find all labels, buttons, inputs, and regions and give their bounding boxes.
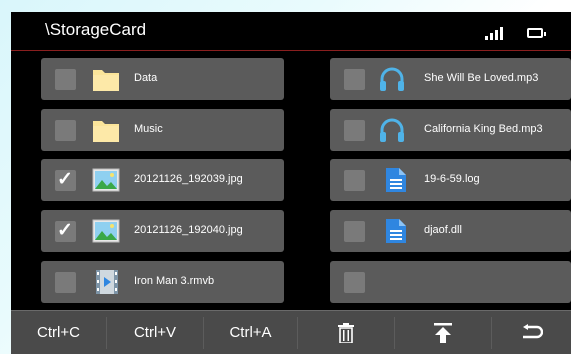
folder-icon	[93, 70, 119, 91]
title-bar: \StorageCard	[11, 12, 571, 51]
back-button[interactable]	[492, 311, 571, 354]
delete-button[interactable]	[298, 311, 394, 354]
file-name: Iron Man 3.rmvb	[134, 275, 215, 287]
file-manager-window: \StorageCard Data Music 20121126_192039.…	[11, 12, 571, 354]
bottom-toolbar: Ctrl+C Ctrl+V Ctrl+A	[11, 310, 571, 354]
file-item-log[interactable]: 19-6-59.log	[330, 159, 571, 201]
file-name: She Will Be Loved.mp3	[424, 72, 539, 84]
headphones-icon	[380, 67, 404, 91]
document-icon	[386, 168, 406, 192]
file-item-image-2[interactable]: 20121126_192040.jpg	[41, 210, 284, 252]
video-file-icon	[96, 270, 118, 294]
signal-bars-icon	[485, 26, 511, 40]
document-icon	[386, 219, 406, 243]
file-item-music[interactable]: Music	[41, 109, 284, 151]
current-path: \StorageCard	[45, 20, 147, 39]
file-item-video[interactable]: Iron Man 3.rmvb	[41, 261, 284, 303]
file-name: Music	[134, 123, 163, 135]
select-all-button[interactable]: Ctrl+A	[204, 311, 297, 354]
file-item-empty[interactable]	[330, 261, 571, 303]
scroll-to-top-button[interactable]	[395, 311, 491, 354]
battery-icon	[527, 28, 546, 38]
checkbox[interactable]	[344, 170, 365, 191]
copy-button[interactable]: Ctrl+C	[11, 311, 106, 354]
file-item-audio-2[interactable]: California King Bed.mp3	[330, 109, 571, 151]
checkbox[interactable]	[55, 120, 76, 141]
trash-icon	[338, 323, 354, 344]
checkbox[interactable]	[55, 272, 76, 293]
file-name: 19-6-59.log	[424, 173, 480, 185]
checkbox[interactable]	[344, 120, 365, 141]
file-item-image-1[interactable]: 20121126_192039.jpg	[41, 159, 284, 201]
image-file-icon	[92, 219, 120, 243]
back-arrow-icon	[522, 324, 543, 339]
checkbox[interactable]	[55, 69, 76, 90]
file-item-audio-1[interactable]: She Will Be Loved.mp3	[330, 58, 571, 100]
file-item-data[interactable]: Data	[41, 58, 284, 100]
scroll-to-top-icon	[434, 323, 452, 344]
file-name: 20121126_192040.jpg	[134, 224, 243, 236]
checkbox[interactable]	[344, 272, 365, 293]
file-name: California King Bed.mp3	[424, 123, 543, 135]
file-name: djaof.dll	[424, 224, 462, 236]
file-name: 20121126_192039.jpg	[134, 173, 243, 185]
checkbox-checked[interactable]	[55, 219, 76, 242]
file-item-dll[interactable]: djaof.dll	[330, 210, 571, 252]
folder-icon	[93, 121, 119, 142]
checkbox[interactable]	[344, 69, 365, 90]
file-name: Data	[134, 72, 158, 84]
image-file-icon	[92, 168, 120, 192]
headphones-icon	[380, 118, 404, 142]
checkbox-checked[interactable]	[55, 168, 76, 191]
paste-button[interactable]: Ctrl+V	[107, 311, 203, 354]
checkbox[interactable]	[344, 221, 365, 242]
